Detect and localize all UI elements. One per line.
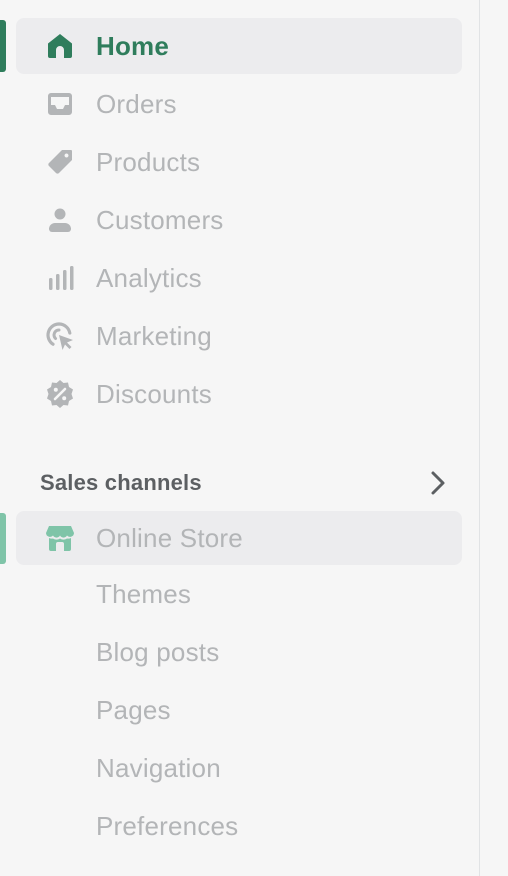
sidebar-item-home[interactable]: Home bbox=[16, 18, 462, 74]
sidebar-item-label: Products bbox=[96, 146, 201, 177]
active-indicator bbox=[0, 513, 6, 564]
bar-chart-icon bbox=[44, 262, 76, 294]
person-icon bbox=[44, 204, 76, 236]
sidebar-item-orders[interactable]: Orders bbox=[16, 76, 462, 132]
sidebar-item-customers[interactable]: Customers bbox=[16, 192, 462, 248]
sidebar-item-label: Customers bbox=[96, 204, 224, 235]
target-cursor-icon bbox=[44, 320, 76, 352]
sidebar-item-products[interactable]: Products bbox=[16, 134, 462, 190]
sidebar-item-discounts[interactable]: Discounts bbox=[16, 366, 462, 422]
sidebar-item-label: Marketing bbox=[96, 320, 212, 351]
discount-badge-icon bbox=[44, 378, 76, 410]
sub-item-blog-posts[interactable]: Blog posts bbox=[96, 632, 219, 672]
active-indicator bbox=[0, 20, 6, 72]
chevron-right-icon[interactable] bbox=[426, 469, 450, 497]
sidebar-item-label: Online Store bbox=[96, 522, 243, 553]
sidebar: Home Orders Products Customers Analytics… bbox=[0, 0, 480, 876]
sub-item-navigation[interactable]: Navigation bbox=[96, 748, 221, 788]
sidebar-item-label: Home bbox=[96, 30, 170, 61]
sub-item-pages[interactable]: Pages bbox=[96, 690, 171, 730]
sidebar-item-marketing[interactable]: Marketing bbox=[16, 308, 462, 364]
section-title: Sales channels bbox=[40, 470, 202, 495]
sub-item-preferences[interactable]: Preferences bbox=[96, 806, 238, 846]
home-icon bbox=[44, 30, 76, 62]
inbox-icon bbox=[44, 88, 76, 120]
sidebar-item-label: Orders bbox=[96, 88, 177, 119]
sales-channels-header: Sales channels bbox=[40, 466, 450, 500]
sidebar-item-analytics[interactable]: Analytics bbox=[16, 250, 462, 306]
store-icon bbox=[44, 522, 76, 554]
sidebar-item-online-store[interactable]: Online Store bbox=[16, 511, 462, 565]
sidebar-item-label: Analytics bbox=[96, 262, 202, 293]
tag-icon bbox=[44, 146, 76, 178]
sub-item-themes[interactable]: Themes bbox=[96, 574, 191, 614]
sidebar-item-label: Discounts bbox=[96, 378, 212, 409]
